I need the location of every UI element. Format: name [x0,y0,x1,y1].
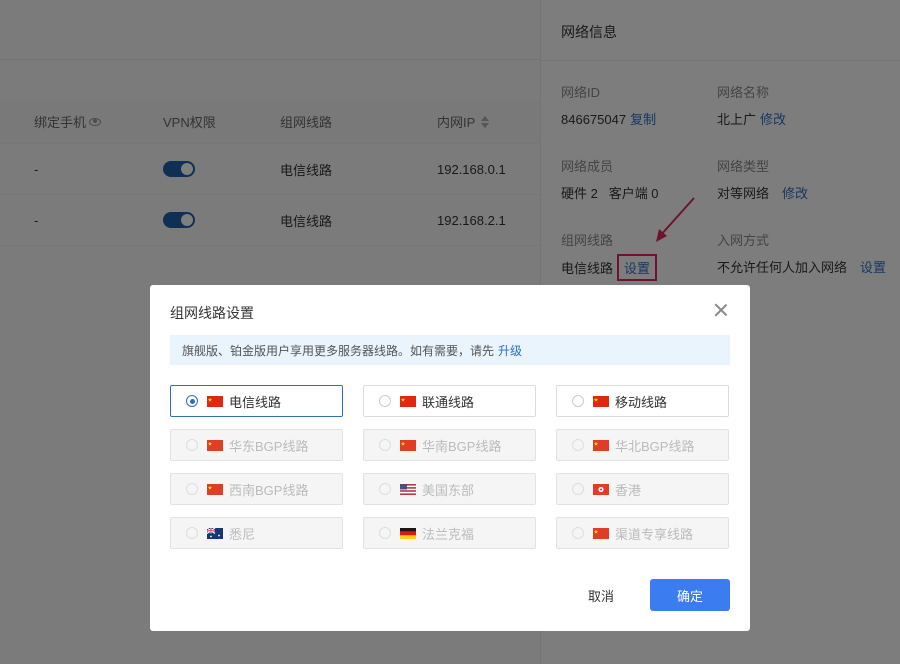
radio-icon[interactable] [379,439,391,451]
radio-icon[interactable] [572,439,584,451]
line-option-label: 美国东部 [422,482,475,498]
au-flag-icon [207,527,223,539]
line-option[interactable]: 美国东部 [363,473,536,505]
line-option[interactable]: 华东BGP线路 [170,429,343,461]
line-option-label: 华南BGP线路 [422,438,502,454]
line-option-label: 移动线路 [615,394,668,410]
radio-icon[interactable] [572,395,584,407]
radio-icon[interactable] [572,527,584,539]
radio-icon[interactable] [572,483,584,495]
line-option-label: 法兰克福 [422,526,475,542]
line-option[interactable]: 悉尼 [170,517,343,549]
line-option-label: 渠道专享线路 [615,526,694,542]
line-option[interactable]: 法兰克福 [363,517,536,549]
radio-icon[interactable] [379,527,391,539]
line-option-label: 香港 [615,482,642,498]
cn-flag-icon [207,439,223,451]
line-option[interactable]: 移动线路 [556,385,729,417]
line-option[interactable]: 华北BGP线路 [556,429,729,461]
close-icon[interactable] [712,301,730,319]
line-option[interactable]: 华南BGP线路 [363,429,536,461]
cn-flag-icon [593,395,609,407]
line-option-label: 华东BGP线路 [229,438,309,454]
line-option[interactable]: 西南BGP线路 [170,473,343,505]
cn-flag-icon [400,439,416,451]
cn-flag-icon [593,439,609,451]
radio-icon[interactable] [186,527,198,539]
line-option[interactable]: 渠道专享线路 [556,517,729,549]
radio-icon[interactable] [186,439,198,451]
cn-flag-icon [593,527,609,539]
line-option-label: 悉尼 [229,526,256,542]
radio-icon[interactable] [379,395,391,407]
confirm-button[interactable]: 确定 [650,579,730,611]
de-flag-icon [400,527,416,539]
line-option-label: 华北BGP线路 [615,438,695,454]
radio-icon[interactable] [186,483,198,495]
hk-flag-icon [593,483,609,495]
radio-icon[interactable] [379,483,391,495]
cn-flag-icon [207,395,223,407]
notice-text: 旗舰版、铂金版用户享用更多服务器线路。如有需要，请先 [182,343,495,358]
cn-flag-icon [400,395,416,407]
line-option[interactable]: 香港 [556,473,729,505]
line-option-label: 电信线路 [229,394,282,410]
line-option[interactable]: 联通线路 [363,385,536,417]
line-settings-dialog: 组网线路设置 旗舰版、铂金版用户享用更多服务器线路。如有需要，请先 升级 电信线路… [150,285,750,631]
dialog-title: 组网线路设置 [170,305,254,321]
us-flag-icon [400,483,416,495]
radio-icon[interactable] [186,395,198,407]
upgrade-link[interactable]: 升级 [498,342,522,359]
cn-flag-icon [207,483,223,495]
upgrade-notice: 旗舰版、铂金版用户享用更多服务器线路。如有需要，请先 升级 [170,335,730,365]
line-option-label: 联通线路 [422,394,475,410]
cancel-button[interactable]: 取消 [575,579,627,611]
line-option-label: 西南BGP线路 [229,482,309,498]
line-option[interactable]: 电信线路 [170,385,343,417]
